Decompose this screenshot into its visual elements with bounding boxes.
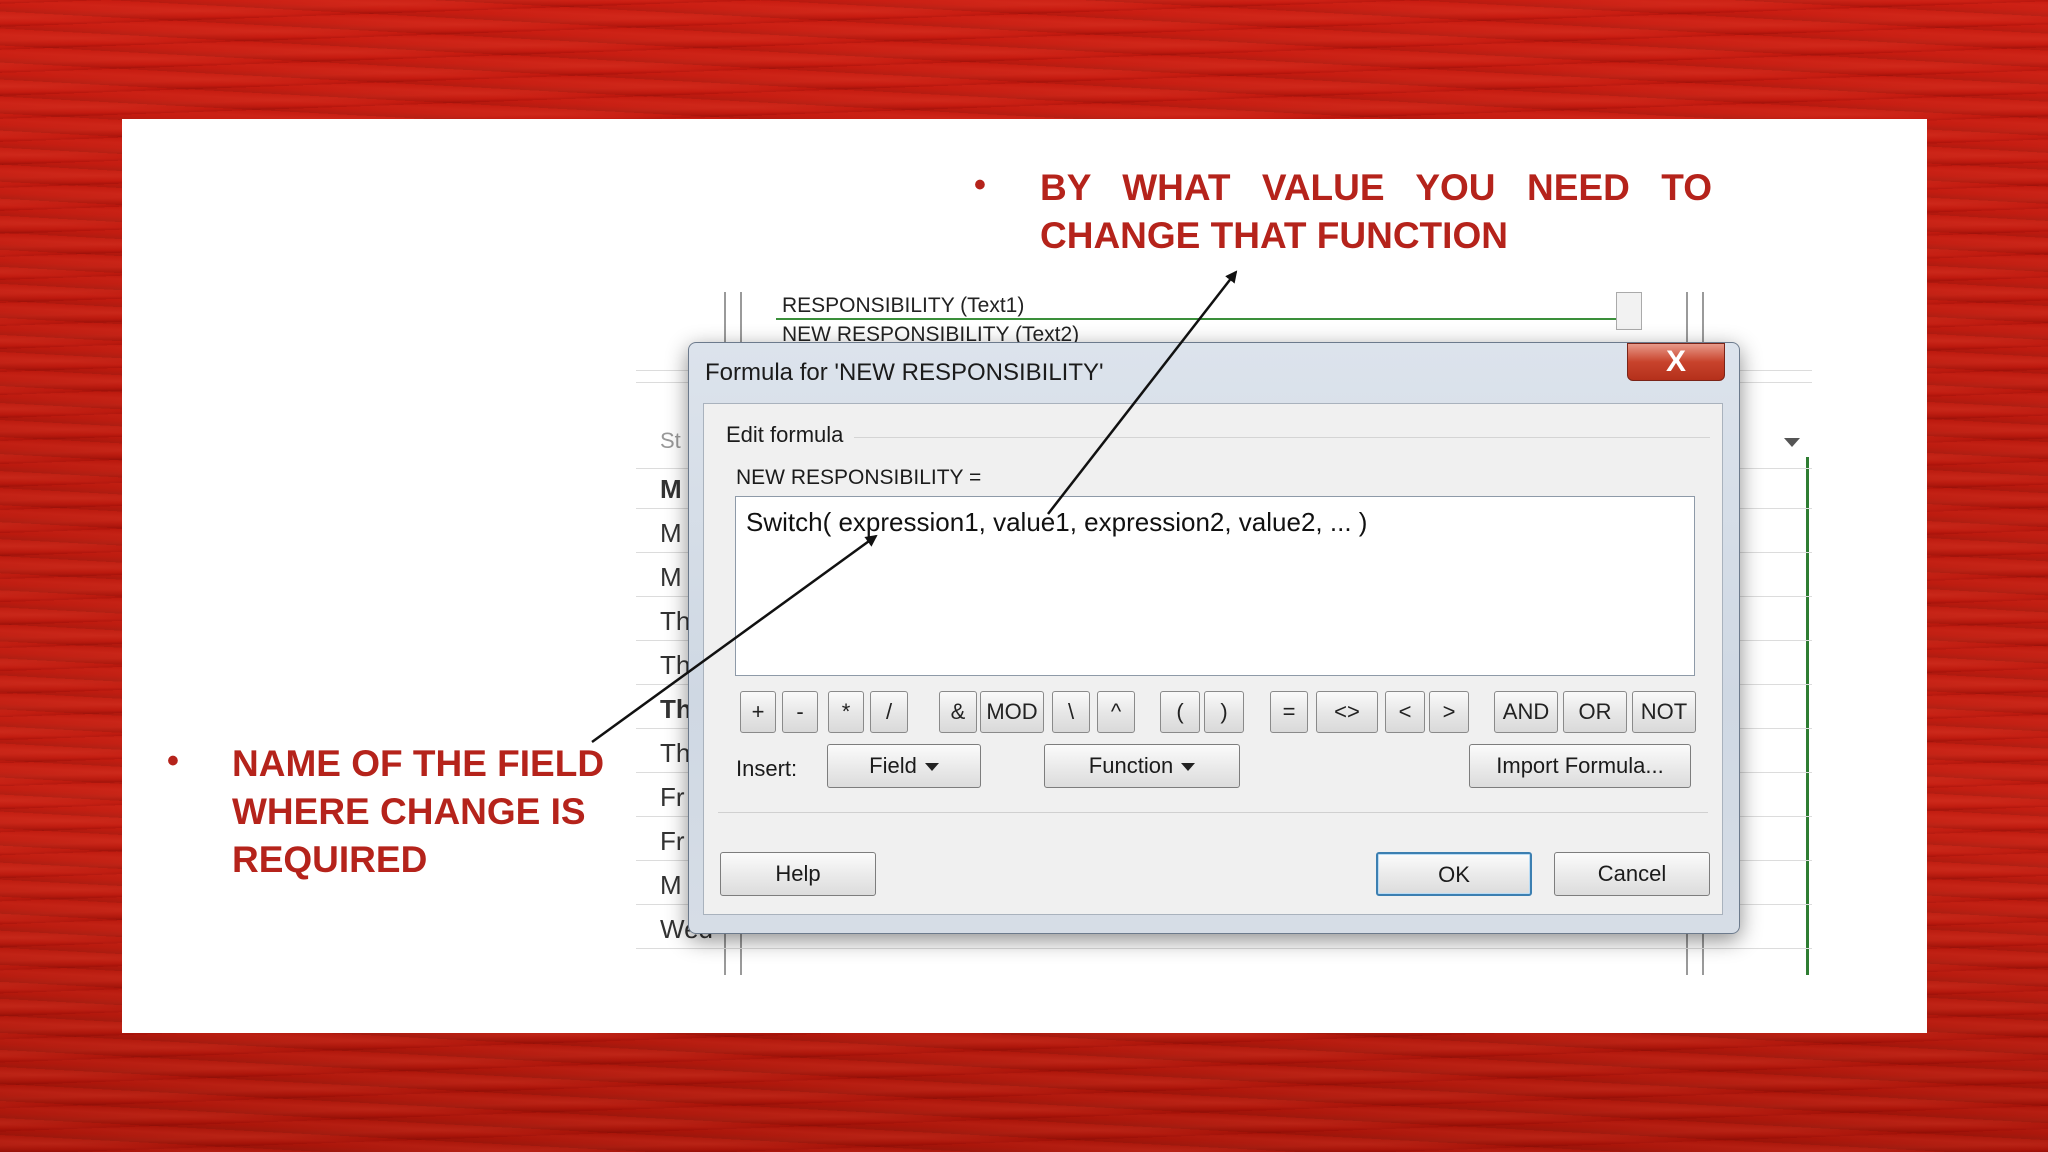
top-bullet-text: BY WHAT VALUE YOU NEED TO CHANGE THAT FU…: [1040, 167, 1712, 256]
top-bullet-marker: •: [974, 166, 986, 204]
operator-equals-button[interactable]: =: [1270, 691, 1308, 733]
operator-multiply-button[interactable]: *: [828, 691, 864, 733]
operator-not-equal-button[interactable]: <>: [1316, 691, 1378, 733]
chevron-down-icon[interactable]: [1784, 438, 1800, 447]
field-name-label: NEW RESPONSIBILITY =: [736, 466, 982, 489]
operator-power-button[interactable]: ^: [1097, 691, 1135, 733]
operator-not-button[interactable]: NOT: [1632, 691, 1696, 733]
table-cell: M: [660, 474, 682, 504]
close-icon: X: [1665, 345, 1686, 378]
dialog-title: Formula for 'NEW RESPONSIBILITY': [705, 359, 1104, 386]
list-scrollbar[interactable]: [1616, 292, 1642, 330]
table-cell: Th: [660, 738, 691, 768]
left-bullet-text: NAME OF THE FIELD WHERE CHANGE IS REQUIR…: [232, 743, 605, 880]
operator-greater-than-button[interactable]: >: [1429, 691, 1469, 733]
dialog-body: Edit formula NEW RESPONSIBILITY = Switch…: [703, 403, 1723, 915]
ok-button[interactable]: OK: [1376, 852, 1532, 896]
operator-and-button[interactable]: AND: [1494, 691, 1558, 733]
field-button-label: Field: [869, 753, 917, 778]
formula-dialog: Formula for 'NEW RESPONSIBILITY' X Edit …: [688, 342, 1740, 934]
help-button[interactable]: Help: [720, 852, 876, 896]
operator-intdiv-button[interactable]: \: [1052, 691, 1090, 733]
operator-open-paren-button[interactable]: (: [1160, 691, 1200, 733]
operator-plus-button[interactable]: +: [740, 691, 776, 733]
group-divider: [854, 437, 1710, 438]
formula-input[interactable]: Switch( expression1, value1, expression2…: [735, 496, 1695, 676]
sheet-green-border: [1806, 457, 1809, 975]
operator-minus-button[interactable]: -: [782, 691, 818, 733]
field-list-item-1[interactable]: RESPONSIBILITY (Text1): [776, 292, 1616, 320]
operator-close-paren-button[interactable]: ): [1204, 691, 1244, 733]
operator-or-button[interactable]: OR: [1563, 691, 1627, 733]
operator-less-than-button[interactable]: <: [1385, 691, 1425, 733]
table-cell: Th: [660, 694, 692, 724]
table-cell: Fr: [660, 782, 685, 812]
operator-mod-button[interactable]: MOD: [980, 691, 1044, 733]
operator-concat-button[interactable]: &: [939, 691, 977, 733]
caret-down-icon: [1181, 763, 1196, 772]
table-cell: Th: [660, 606, 691, 636]
import-formula-button[interactable]: Import Formula...: [1469, 744, 1691, 788]
close-button[interactable]: X: [1627, 343, 1725, 381]
table-cell: Fr: [660, 826, 685, 856]
cancel-button[interactable]: Cancel: [1554, 852, 1710, 896]
function-button-label: Function: [1088, 753, 1174, 778]
table-cell: M: [660, 870, 682, 900]
table-cell: M: [660, 562, 682, 592]
insert-label: Insert:: [736, 756, 798, 781]
caret-down-icon: [924, 763, 939, 772]
left-bullet-marker: •: [167, 742, 179, 780]
insert-field-button[interactable]: Field: [827, 744, 981, 788]
edit-formula-label: Edit formula: [726, 422, 844, 447]
dialog-separator: [718, 812, 1708, 813]
table-cell: M: [660, 518, 682, 548]
operator-divide-button[interactable]: /: [870, 691, 908, 733]
column-header: St: [660, 428, 681, 453]
table-cell: Th: [660, 650, 691, 680]
sheet-row-line: [636, 948, 1812, 949]
insert-function-button[interactable]: Function: [1044, 744, 1240, 788]
